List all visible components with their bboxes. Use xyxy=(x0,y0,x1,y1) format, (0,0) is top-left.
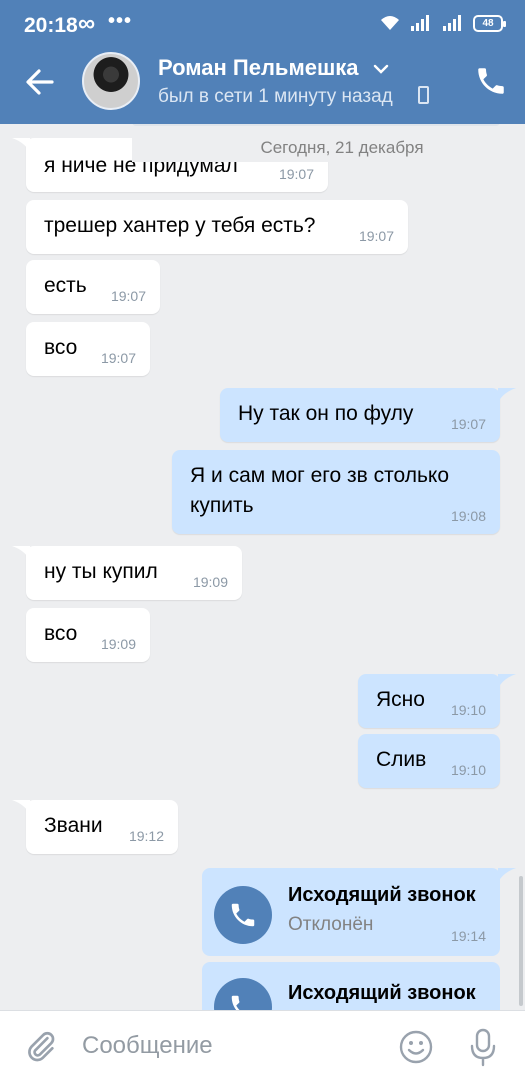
scrollbar[interactable] xyxy=(519,876,523,1006)
message-text: Ясно xyxy=(376,688,425,711)
message-time: 19:07 xyxy=(110,288,146,304)
message-outgoing[interactable]: Ясно 19:10 xyxy=(358,674,500,728)
message-time: 19:10 xyxy=(450,702,486,718)
message-incoming[interactable]: всо 19:09 xyxy=(26,608,150,662)
message-time: 19:09 xyxy=(100,636,136,652)
bubble-tail xyxy=(12,800,30,814)
mobile-device-icon xyxy=(418,86,429,104)
message-time: 19:08 xyxy=(450,508,486,524)
call-title: Исходящий звонок xyxy=(288,884,476,906)
message-incoming[interactable]: ну ты купил 19:09 xyxy=(26,546,242,600)
avatar[interactable] xyxy=(82,52,140,110)
message-incoming[interactable]: Звани 19:12 xyxy=(26,800,178,854)
status-bar: 20:18 ∞ ••• 48 xyxy=(0,0,525,52)
call-status: Отклонён xyxy=(288,914,374,935)
paperclip-icon[interactable] xyxy=(24,1029,58,1063)
message-time: 19:07 xyxy=(358,228,394,244)
call-circle xyxy=(214,886,272,944)
smile-icon[interactable] xyxy=(398,1029,434,1065)
status-icons: 48 xyxy=(379,14,506,32)
call-time: 19:14 xyxy=(450,928,486,944)
message-text: есть xyxy=(44,274,87,297)
bubble-tail xyxy=(498,868,516,882)
message-time: 19:09 xyxy=(192,574,228,590)
bubble-tail xyxy=(12,138,30,152)
date-separator: Сегодня, 21 декабря xyxy=(132,124,500,162)
chevron-down-icon[interactable] xyxy=(372,62,390,76)
message-outgoing[interactable]: Я и сам мог его зв столько купить 19:08 xyxy=(172,450,500,534)
message-text-line2: купить xyxy=(190,494,254,517)
phone-icon xyxy=(231,903,255,927)
battery-icon: 48 xyxy=(473,14,506,32)
message-text: Ну так он по фулу xyxy=(238,402,414,425)
call-circle xyxy=(214,978,272,1010)
message-text: Звани xyxy=(44,814,103,837)
message-text: трешер хантер у тебя есть? xyxy=(44,214,316,237)
phone-icon[interactable] xyxy=(474,64,508,98)
message-text: Слив xyxy=(376,748,427,771)
message-text: ну ты купил xyxy=(44,560,158,583)
signal-icon-2 xyxy=(443,15,461,31)
message-time: 19:10 xyxy=(450,762,486,778)
contact-status: был в сети 1 минуту назад xyxy=(158,86,393,107)
message-time: 19:07 xyxy=(278,166,314,182)
message-text: всо xyxy=(44,336,78,359)
message-incoming[interactable]: всо 19:07 xyxy=(26,322,150,376)
message-incoming[interactable]: есть 19:07 xyxy=(26,260,160,314)
more-notifications-icon: ••• xyxy=(108,10,133,32)
arrow-left-icon[interactable] xyxy=(22,64,58,100)
message-list[interactable]: Сегодня, 21 декабря я ниче не придумал 1… xyxy=(0,124,525,1010)
phone-icon xyxy=(231,995,240,1010)
chat-header: 20:18 ∞ ••• 48 Роман Пельмешка был в сет… xyxy=(0,0,525,124)
message-incoming[interactable]: трешер хантер у тебя есть? 19:07 xyxy=(26,200,408,254)
message-time: 19:07 xyxy=(100,350,136,366)
call-message[interactable]: Исходящий звонок Отклонён 19:14 xyxy=(202,868,500,956)
infinity-icon: ∞ xyxy=(78,10,96,37)
message-outgoing[interactable]: Ну так он по фулу 19:07 xyxy=(220,388,500,442)
message-input[interactable] xyxy=(82,1029,382,1063)
message-time: 19:07 xyxy=(450,416,486,432)
bubble-tail xyxy=(498,674,516,688)
bubble-tail xyxy=(498,388,516,402)
message-composer xyxy=(0,1010,525,1080)
call-title: Исходящий звонок xyxy=(288,982,476,1004)
contact-name[interactable]: Роман Пельмешка xyxy=(158,55,359,81)
message-text: всо xyxy=(44,622,78,645)
bubble-tail xyxy=(12,546,30,560)
message-outgoing[interactable]: Слив 19:10 xyxy=(358,734,500,788)
call-message[interactable]: Исходящий звонок xyxy=(202,962,500,1010)
wifi-icon xyxy=(381,16,399,30)
signal-icon xyxy=(411,15,429,31)
status-time: 20:18 xyxy=(24,14,78,37)
microphone-icon[interactable] xyxy=(466,1027,500,1067)
message-text: Я и сам мог его зв столько xyxy=(190,464,450,487)
message-time: 19:12 xyxy=(128,828,164,844)
